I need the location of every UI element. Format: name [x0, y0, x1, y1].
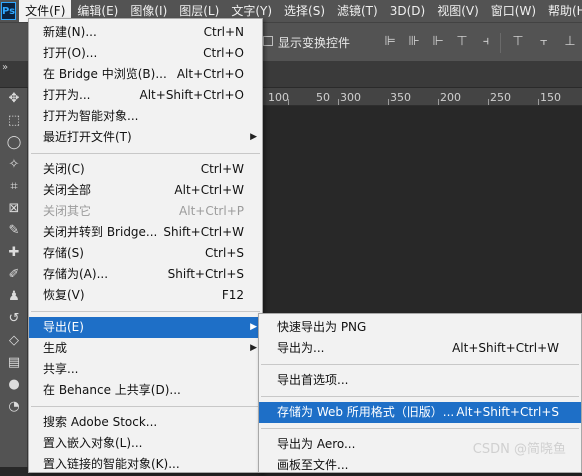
menu-item-generate[interactable]: 生成 ▶	[29, 338, 262, 359]
ruler-label: 300	[340, 91, 361, 104]
menu-item-place-embedded[interactable]: 置入嵌入对象(L)...	[29, 433, 262, 454]
menu-item-close-all[interactable]: 关闭全部 Alt+Ctrl+W	[29, 180, 262, 201]
menu-item-export[interactable]: 导出(E) ▶	[29, 317, 262, 338]
menu-item-artboards-to-files[interactable]: 画板至文件...	[259, 455, 581, 476]
eyedropper-tool-icon[interactable]: ✎	[0, 220, 28, 242]
menu-view[interactable]: 视图(V)	[431, 0, 485, 22]
ruler-tick	[288, 99, 289, 105]
ruler-label: 100	[268, 91, 289, 104]
submenu-arrow-icon: ▶	[250, 343, 257, 353]
menu-item-close-and-go-to-bridge[interactable]: 关闭并转到 Bridge... Shift+Ctrl+W	[29, 222, 262, 243]
menu-separator	[31, 406, 260, 407]
stamp-tool-icon[interactable]: ♟	[0, 286, 28, 308]
distribute-top-icon[interactable]: ⊤	[508, 33, 528, 51]
menu-separator	[261, 364, 579, 365]
menu-item-export-as[interactable]: 导出为... Alt+Shift+Ctrl+W	[259, 338, 581, 359]
ruler-tick	[538, 99, 539, 105]
crop-tool-icon[interactable]: ⌗	[0, 176, 28, 198]
lasso-tool-icon[interactable]: ◯	[0, 132, 28, 154]
ruler-tick	[388, 99, 389, 105]
menu-separator	[31, 153, 260, 154]
ruler-label: 350	[390, 91, 411, 104]
brush-tool-icon[interactable]: ✐	[0, 264, 28, 286]
show-transform-checkbox[interactable]	[263, 36, 273, 46]
menu-window[interactable]: 窗口(W)	[485, 0, 542, 22]
frame-tool-icon[interactable]: ⊠	[0, 198, 28, 220]
menu-item-share-on-behance[interactable]: 在 Behance 上共享(D)...	[29, 380, 262, 401]
distribute-icons: ⊤ ⫟ ⊥	[508, 33, 580, 51]
marquee-tool-icon[interactable]: ⬚	[0, 110, 28, 132]
eraser-tool-icon[interactable]: ◇	[0, 330, 28, 352]
submenu-arrow-icon: ▶	[250, 322, 257, 332]
menu-item-new[interactable]: 新建(N)... Ctrl+N	[29, 22, 262, 43]
align-center-icon[interactable]: ⊪	[404, 33, 424, 51]
watermark: CSDN @简晓鱼	[472, 442, 566, 457]
ruler-tick	[338, 99, 339, 105]
menu-item-open[interactable]: 打开(O)... Ctrl+O	[29, 43, 262, 64]
menu-item-search-adobe-stock[interactable]: 搜索 Adobe Stock...	[29, 412, 262, 433]
healing-brush-tool-icon[interactable]: ✚	[0, 242, 28, 264]
submenu-arrow-icon: ▶	[250, 132, 257, 142]
gradient-tool-icon[interactable]: ▤	[0, 352, 28, 374]
ruler-label: 250	[490, 91, 511, 104]
menu-item-close-others: 关闭其它 Alt+Ctrl+P	[43, 204, 244, 218]
dodge-tool-icon[interactable]: ◔	[0, 396, 28, 418]
tools-panel: ✥ ⬚ ◯ ✧ ⌗ ⊠ ✎ ✚ ✐ ♟ ↺ ◇ ▤ ● ◔	[0, 88, 28, 467]
menu-item-open-recent[interactable]: 最近打开文件(T) ▶	[29, 127, 262, 148]
menu-item-open-as[interactable]: 打开为... Alt+Shift+Ctrl+O	[29, 85, 262, 106]
align-icons: ⊫ ⊪ ⊩ ⊤ ⫞	[380, 33, 496, 51]
distribute-bottom-icon[interactable]: ⊥	[560, 33, 580, 51]
options-divider	[500, 33, 501, 53]
ruler-label: 200	[440, 91, 461, 104]
ruler-tick	[488, 99, 489, 105]
menu-separator	[261, 428, 579, 429]
menu-item-quick-export-png[interactable]: 快速导出为 PNG	[259, 317, 581, 338]
menu-item-open-as-smart-object[interactable]: 打开为智能对象...	[29, 106, 262, 127]
menu-separator	[261, 396, 579, 397]
menu-3d[interactable]: 3D(D)	[384, 0, 431, 22]
menu-separator	[31, 311, 260, 312]
menu-select[interactable]: 选择(S)	[278, 0, 331, 22]
menu-item-close[interactable]: 关闭(C) Ctrl+W	[29, 159, 262, 180]
menu-item-export-preferences[interactable]: 导出首选项...	[259, 370, 581, 391]
history-brush-tool-icon[interactable]: ↺	[0, 308, 28, 330]
align-middle-icon[interactable]: ⫞	[476, 33, 496, 51]
show-transform-label: 显示变换控件	[278, 36, 351, 50]
menu-item-browse-in-bridge[interactable]: 在 Bridge 中浏览(B)... Alt+Ctrl+O	[29, 64, 262, 85]
menu-item-share[interactable]: 共享...	[29, 359, 262, 380]
blur-tool-icon[interactable]: ●	[0, 374, 28, 396]
ruler-tick	[438, 99, 439, 105]
menu-help[interactable]: 帮助(H)	[542, 0, 582, 22]
menu-item-save-as[interactable]: 存储为(A)... Shift+Ctrl+S	[29, 264, 262, 285]
align-right-icon[interactable]: ⊩	[428, 33, 448, 51]
menu-item-revert[interactable]: 恢复(V) F12	[29, 285, 262, 306]
magic-wand-tool-icon[interactable]: ✧	[0, 154, 28, 176]
menu-item-save[interactable]: 存储(S) Ctrl+S	[29, 243, 262, 264]
horizontal-ruler: 100 50 300 350 200 250 150	[262, 88, 582, 106]
menu-item-place-linked[interactable]: 置入链接的智能对象(K)...	[29, 454, 262, 475]
distribute-middle-icon[interactable]: ⫟	[534, 33, 554, 51]
collapse-arrows-icon[interactable]: »	[2, 62, 8, 73]
ruler-label: 50	[316, 91, 330, 104]
move-tool-icon[interactable]: ✥	[0, 88, 28, 110]
align-left-icon[interactable]: ⊫	[380, 33, 400, 51]
menu-filter[interactable]: 滤镜(T)	[331, 0, 384, 22]
file-menu-dropdown: 新建(N)... Ctrl+N 打开(O)... Ctrl+O 在 Bridge 中…	[28, 18, 263, 473]
menu-item-save-for-web-legacy[interactable]: 存储为 Web 所用格式（旧版）... Alt+Shift+Ctrl+S	[259, 402, 581, 423]
align-top-icon[interactable]: ⊤	[452, 33, 472, 51]
photoshop-logo-icon: Ps	[1, 2, 17, 20]
ruler-label: 150	[540, 91, 561, 104]
